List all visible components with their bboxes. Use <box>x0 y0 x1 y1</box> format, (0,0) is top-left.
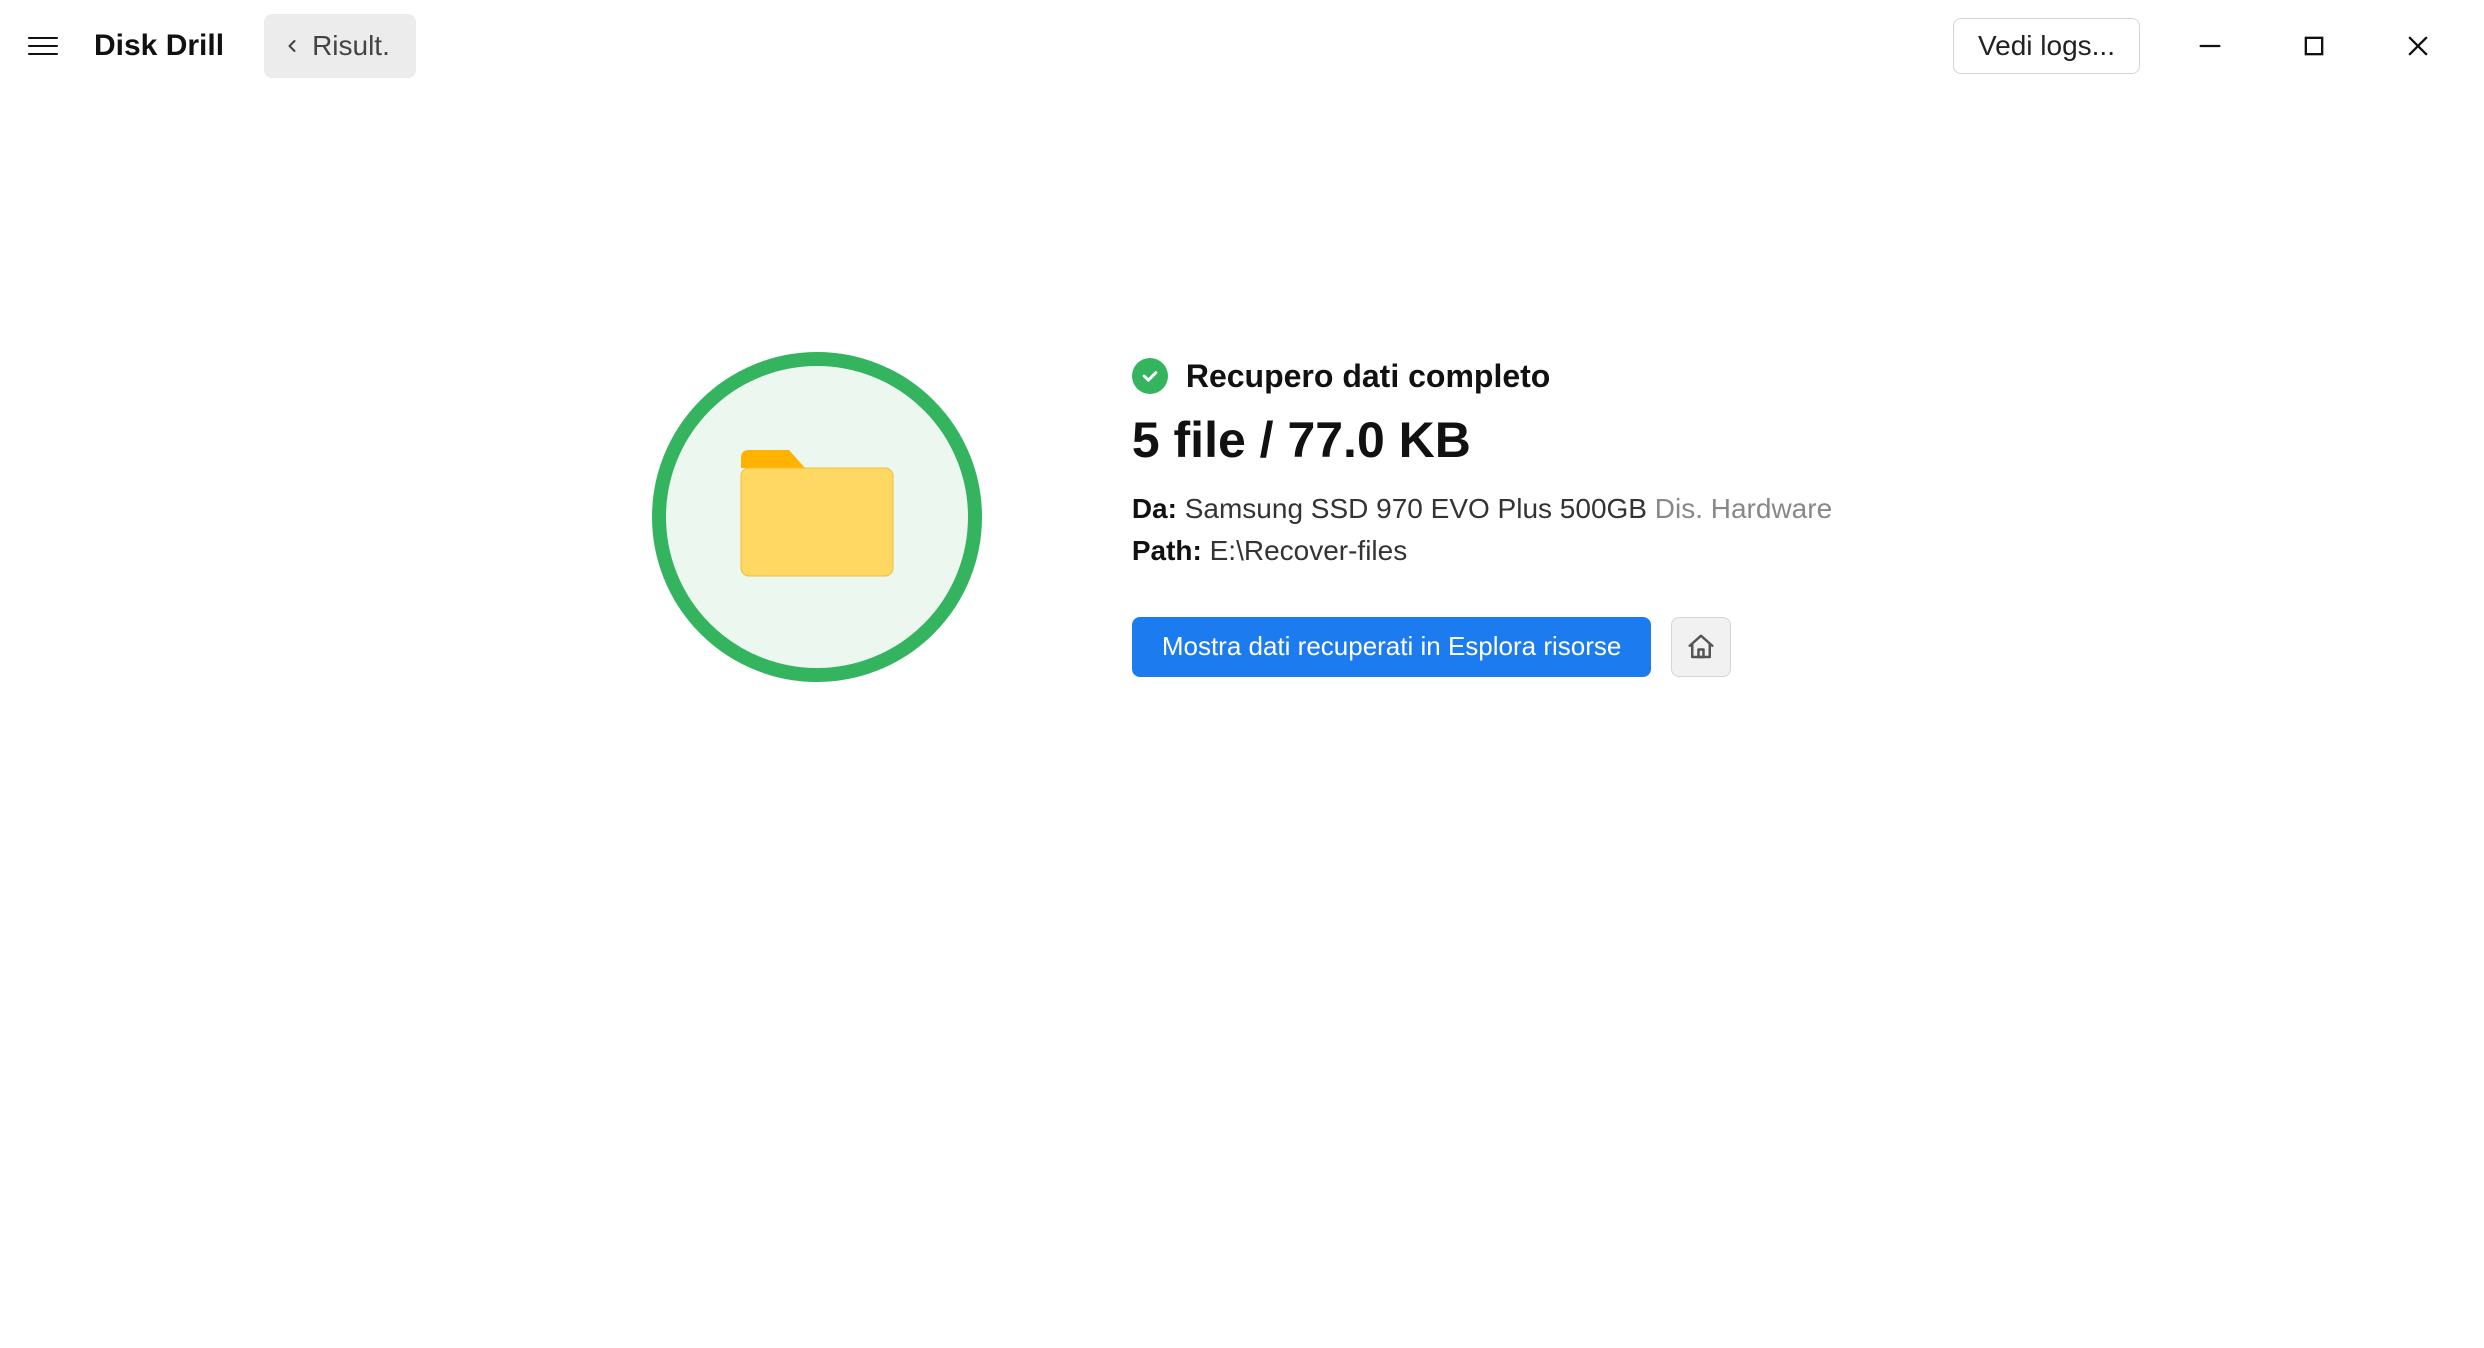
app-title: Disk Drill <box>94 29 224 63</box>
chevron-left-icon <box>282 36 302 56</box>
minimize-icon <box>2196 32 2224 60</box>
source-row: Da: Samsung SSD 970 EVO Plus 500GB Dis. … <box>1132 493 1832 525</box>
home-icon <box>1686 632 1716 662</box>
status-row: Recupero dati completo <box>1132 358 1832 395</box>
home-button[interactable] <box>1671 617 1731 677</box>
folder-icon <box>735 450 899 585</box>
minimize-button[interactable] <box>2188 24 2232 68</box>
close-button[interactable] <box>2396 24 2440 68</box>
path-row: Path: E:\Recover-files <box>1132 535 1832 567</box>
path-label: Path: <box>1132 535 1202 566</box>
path-value: E:\Recover-files <box>1210 535 1408 566</box>
actions-row: Mostra dati recuperati in Esplora risors… <box>1132 617 1832 677</box>
source-value: Samsung SSD 970 EVO Plus 500GB <box>1185 493 1647 524</box>
status-text: Recupero dati completo <box>1186 358 1551 395</box>
maximize-button[interactable] <box>2292 24 2336 68</box>
window-controls <box>2188 24 2440 68</box>
back-button[interactable]: Risult. <box>264 14 416 78</box>
main-content: Recupero dati completo 5 file / 77.0 KB … <box>0 92 2484 682</box>
view-logs-button[interactable]: Vedi logs... <box>1953 18 2140 74</box>
summary-text: 5 file / 77.0 KB <box>1132 411 1832 469</box>
source-type: Dis. Hardware <box>1655 493 1832 524</box>
success-illustration <box>652 352 982 682</box>
details-panel: Recupero dati completo 5 file / 77.0 KB … <box>1132 358 1832 677</box>
menu-icon[interactable] <box>28 27 66 65</box>
back-button-label: Risult. <box>312 30 390 62</box>
close-icon <box>2404 32 2432 60</box>
show-in-explorer-button[interactable]: Mostra dati recuperati in Esplora risors… <box>1132 617 1652 677</box>
source-label: Da: <box>1132 493 1177 524</box>
topbar: Disk Drill Risult. Vedi logs... <box>0 0 2484 92</box>
maximize-icon <box>2300 32 2328 60</box>
check-icon <box>1132 358 1168 394</box>
